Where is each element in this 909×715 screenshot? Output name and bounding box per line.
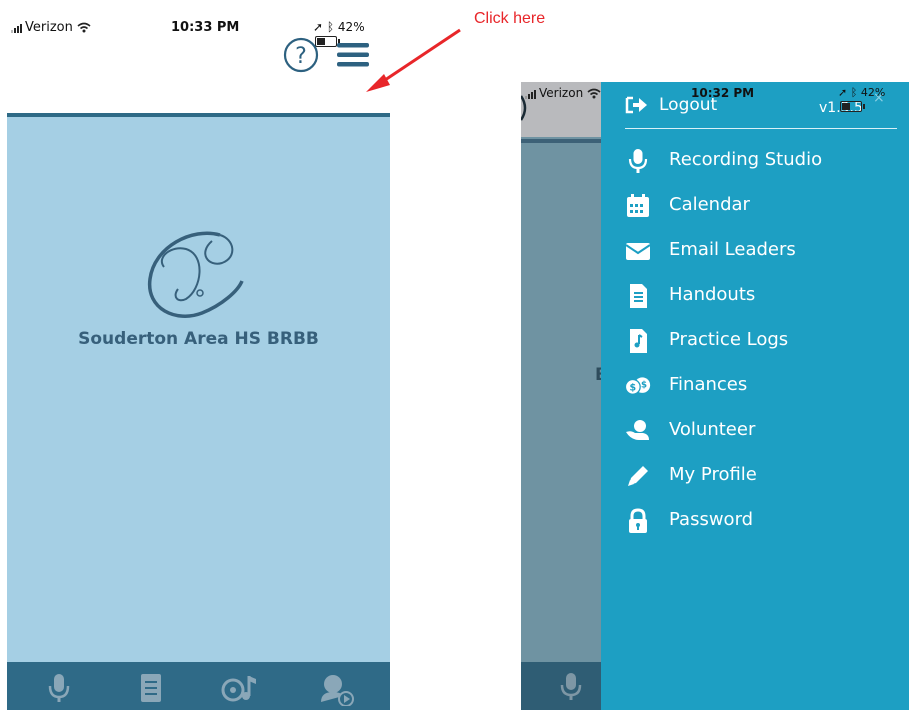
signal-icon [11, 23, 22, 33]
microphone-icon [48, 674, 70, 702]
battery-percent: 42% [860, 86, 886, 99]
svg-text:$: $ [641, 381, 647, 391]
battery-icon [840, 100, 865, 112]
bottom-tab-bar [7, 662, 390, 710]
music-note-icon [630, 329, 647, 353]
menu-item-label: Recording Studio [669, 149, 823, 170]
bluetooth-icon: ᛒ [850, 86, 858, 99]
carrier-name: Verizon [539, 86, 584, 100]
menu-item-practice-logs[interactable]: Practice Logs [625, 324, 897, 360]
menu-item-handouts[interactable]: Handouts [625, 279, 897, 315]
envelope-icon [625, 243, 651, 260]
organization-name: Souderton Area HS BRBB [78, 329, 319, 349]
status-time: 10:32 PM [691, 86, 755, 100]
status-right: ➚ ᛒ 42% [838, 86, 909, 112]
menu-item-label: My Profile [669, 464, 757, 485]
menu-item-finances[interactable]: $ $ Finances [625, 369, 897, 405]
signal-icon [525, 89, 536, 99]
menu-item-email-leaders[interactable]: Email Leaders [625, 234, 897, 270]
checklist-icon [141, 674, 161, 702]
microphone-icon [628, 149, 648, 173]
carrier-name: Verizon [25, 20, 73, 35]
tab-recording[interactable] [41, 672, 77, 704]
status-time: 10:33 PM [171, 20, 240, 35]
lock-icon [629, 508, 647, 533]
status-bar: Verizon 10:33 PM ➚ ᛒ 42% [7, 0, 390, 47]
status-bar: Verizon 10:32 PM ➚ ᛒ 42% [521, 82, 909, 112]
calendar-icon [627, 194, 649, 217]
pencil-icon [628, 466, 648, 486]
microphone-icon [560, 673, 582, 700]
menu-item-label: Volunteer [669, 419, 756, 440]
tab-practice[interactable] [133, 672, 169, 704]
navigation-drawer: Logout v1.3.5 × Recording Studio Calenda… [601, 82, 909, 710]
headset-play-icon [321, 675, 354, 707]
location-icon: ➚ [838, 86, 848, 99]
wifi-icon [77, 22, 91, 33]
menu-item-label: Email Leaders [669, 239, 796, 260]
svg-text:$: $ [629, 382, 636, 393]
music-note-icon [221, 676, 256, 702]
home-content: Souderton Area HS BRBB [7, 117, 390, 662]
hamburger-menu-icon[interactable] [337, 42, 369, 68]
carrier: Verizon [525, 86, 601, 100]
menu-item-label: Password [669, 509, 754, 530]
tab-music[interactable] [219, 672, 256, 704]
help-icon[interactable]: ? [282, 36, 320, 74]
document-icon [630, 284, 647, 308]
menu-item-label: Calendar [669, 194, 750, 215]
organization-logo [148, 231, 244, 318]
hand-user-icon [626, 420, 649, 440]
background-tab-bar [521, 662, 601, 710]
background-screen [521, 82, 601, 710]
menu-item-my-profile[interactable]: My Profile [625, 459, 897, 495]
menu-item-label: Handouts [669, 284, 756, 305]
home-screen: Verizon 10:33 PM ➚ ᛒ 42% ? Souderton Are… [7, 0, 390, 710]
carrier: Verizon [11, 20, 91, 35]
menu-screen: B Logout v1.3.5 × Recording Studio [521, 82, 909, 710]
battery-percent: 42% [337, 20, 365, 34]
annotation-label: Click here [474, 10, 546, 27]
location-icon: ➚ [313, 20, 324, 34]
menu-item-calendar[interactable]: Calendar [625, 189, 897, 225]
menu-item-password[interactable]: Password [625, 504, 897, 540]
menu-item-label: Practice Logs [669, 329, 789, 350]
tab-listen[interactable] [315, 672, 354, 707]
coins-icon: $ $ [625, 377, 651, 395]
menu-item-label: Finances [669, 374, 748, 395]
menu-item-volunteer[interactable]: Volunteer [625, 414, 897, 450]
svg-text:?: ? [295, 44, 307, 69]
wifi-icon [587, 88, 601, 99]
background-divider [521, 139, 601, 143]
bluetooth-icon: ᛒ [326, 20, 335, 34]
menu-item-recording-studio[interactable]: Recording Studio [625, 144, 897, 180]
